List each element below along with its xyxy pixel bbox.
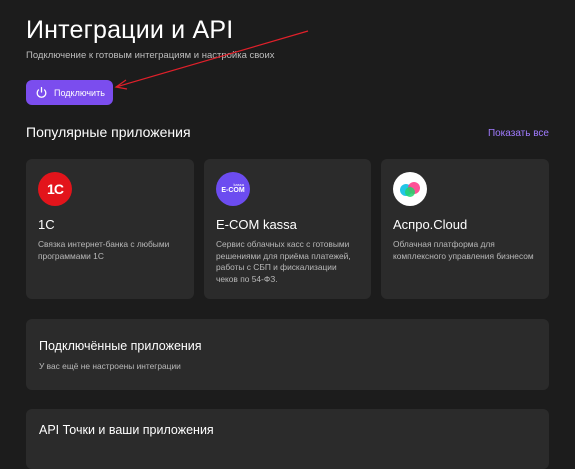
connected-apps-panel: Подключённые приложения У вас ещё не нас… [26, 319, 549, 390]
connect-button[interactable]: Подключить [26, 80, 113, 105]
api-panel-title: API Точки и ваши приложения [39, 423, 214, 437]
app-card-1c[interactable]: 1С 1С Связка интернет-банка с любыми про… [26, 159, 194, 299]
popular-apps-title: Популярные приложения [26, 124, 191, 140]
integrations-page: Интеграции и API Подключение к готовым и… [0, 0, 575, 469]
1c-logo-icon: 1С [38, 172, 72, 206]
ecom-kassa-logo-icon: kassa E-COM [216, 172, 250, 206]
app-description: Облачная платформа для комплексного упра… [393, 239, 534, 261]
app-name: E-COM kassa [216, 217, 297, 232]
app-card-aspro-cloud[interactable]: Аспро.Cloud Облачная платформа для компл… [381, 159, 549, 299]
page-title: Интеграции и API [26, 16, 234, 44]
app-name: Аспро.Cloud [393, 217, 468, 232]
app-description: Сервис облачных касс с готовыми решениям… [216, 239, 351, 284]
connected-apps-empty-text: У вас ещё не настроены интеграции [39, 361, 181, 371]
page-subtitle: Подключение к готовым интеграциям и наст… [26, 50, 275, 61]
app-card-ecom-kassa[interactable]: kassa E-COM E-COM kassa Сервис облачных … [204, 159, 371, 299]
power-icon [35, 86, 48, 99]
api-panel: API Точки и ваши приложения [26, 409, 549, 469]
aspro-cloud-logo-icon [393, 172, 427, 206]
app-name: 1С [38, 217, 55, 232]
show-all-link[interactable]: Показать все [488, 128, 549, 139]
connect-button-label: Подключить [54, 87, 105, 98]
app-description: Связка интернет-банка с любыми программа… [38, 239, 170, 261]
connected-apps-title: Подключённые приложения [39, 339, 202, 353]
